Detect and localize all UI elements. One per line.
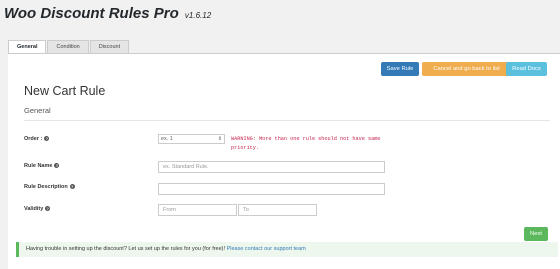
tab-condition[interactable]: Condition xyxy=(47,40,89,53)
help-icon[interactable]: ? xyxy=(54,163,60,169)
rule-description-label: Rule Description xyxy=(24,184,68,190)
save-rule-button[interactable]: Save Rule xyxy=(381,62,419,76)
validity-label-row: Validity? xyxy=(24,206,51,212)
validity-label: Validity xyxy=(24,206,44,212)
order-select-value: ex. 1 xyxy=(161,136,173,142)
support-link[interactable]: Please contact our support team xyxy=(227,246,306,252)
rule-name-label: Rule Name xyxy=(24,163,53,169)
help-icon[interactable]: ? xyxy=(69,184,75,190)
notice-text: Having trouble in setting up the discoun… xyxy=(26,246,226,252)
rule-name-label-row: Rule Name? xyxy=(24,163,60,169)
rule-name-input[interactable]: ex. Standard Rule. xyxy=(158,161,385,173)
support-notice: Having trouble in setting up the discoun… xyxy=(16,242,558,257)
app-title: Woo Discount Rules Pro v1.6.12 xyxy=(4,5,211,22)
order-select[interactable]: ex. 1 ⇕ xyxy=(158,134,225,144)
rule-panel: Save Rule Cancel and go back to list Rea… xyxy=(8,53,560,269)
app-title-text: Woo Discount Rules Pro xyxy=(4,5,179,22)
rule-description-input[interactable] xyxy=(158,183,385,195)
chevron-updown-icon: ⇕ xyxy=(217,136,222,142)
validity-to-input[interactable]: To xyxy=(238,204,317,216)
cancel-button[interactable]: Cancel and go back to list xyxy=(422,62,511,76)
order-label-row: Order :? xyxy=(24,136,50,142)
section-title: General xyxy=(24,106,51,115)
divider xyxy=(24,120,550,121)
order-label: Order : xyxy=(24,136,43,142)
next-button[interactable]: Next xyxy=(524,227,548,241)
page-title: New Cart Rule xyxy=(24,84,106,98)
rule-description-label-row: Rule Description? xyxy=(24,184,75,190)
validity-from-input[interactable]: From xyxy=(158,204,237,216)
help-icon[interactable]: ? xyxy=(44,136,50,142)
read-docs-button[interactable]: Read Docs xyxy=(506,62,547,76)
help-icon[interactable]: ? xyxy=(45,206,51,212)
priority-warning: WARNING: More than one rule should not h… xyxy=(231,136,381,151)
tab-discount[interactable]: Discount xyxy=(89,40,130,53)
tab-general[interactable]: General xyxy=(8,40,47,54)
app-version: v1.6.12 xyxy=(184,11,212,20)
tab-bar: General Condition Discount xyxy=(8,40,130,54)
